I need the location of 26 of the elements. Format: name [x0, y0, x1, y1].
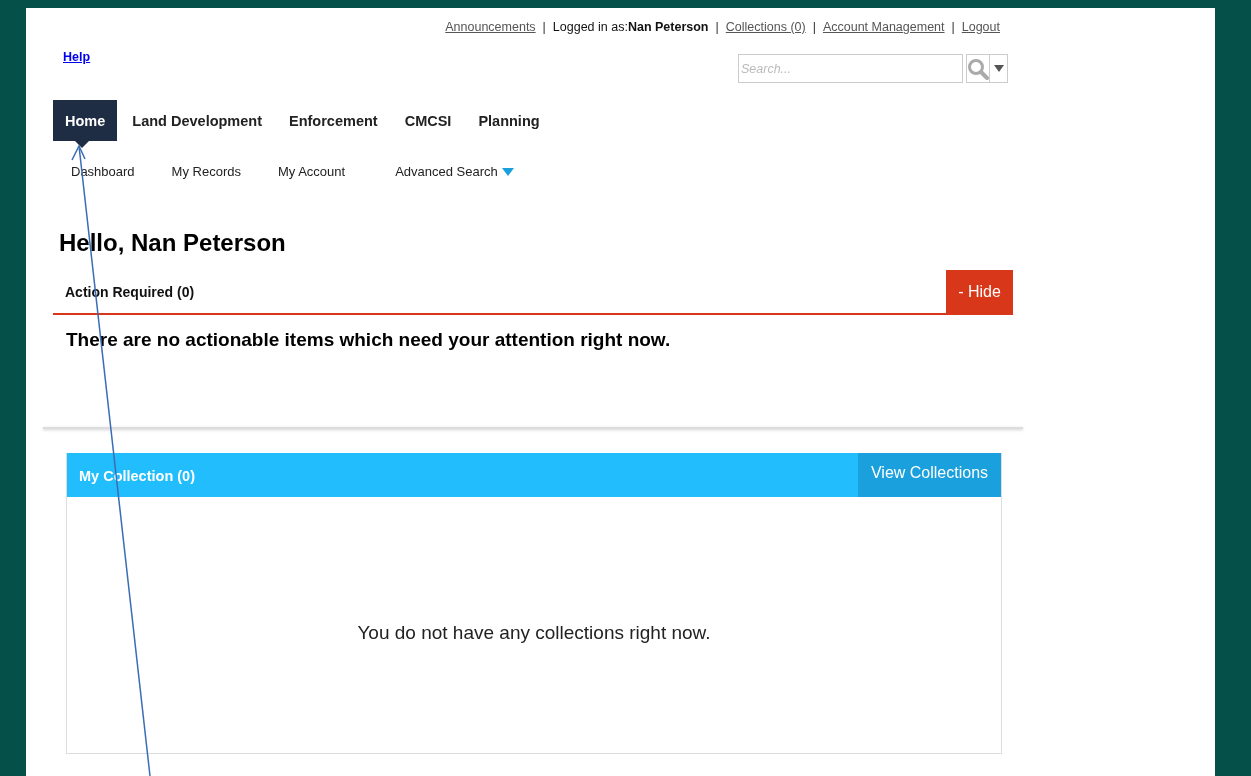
search-field[interactable]: Search... [738, 54, 963, 83]
caret-icon [993, 65, 1004, 72]
nav-tab[interactable]: Enforcement [277, 100, 390, 141]
logged-in-user: Logged in as:Nan Peterson [552, 20, 709, 34]
subnav-link[interactable]: My Records [171, 164, 241, 179]
help-link[interactable]: Help [63, 50, 91, 83]
separator: | [951, 20, 955, 34]
nav-tab[interactable]: Planning [466, 100, 552, 141]
subnav-link[interactable]: My Account [277, 164, 346, 179]
search-options-button[interactable] [990, 54, 1008, 83]
top-link[interactable]: Announcements [445, 20, 536, 34]
hide-button[interactable]: - Hide [946, 270, 1013, 313]
tab-pointer-icon [75, 141, 89, 148]
panel-title: My Collection (0) [79, 468, 195, 486]
top-link[interactable]: Logout [961, 20, 1000, 34]
nav-tab[interactable]: Home [53, 100, 118, 141]
search-icon [967, 57, 989, 80]
separator: | [715, 20, 719, 34]
nav-tab[interactable]: CMCSI [392, 100, 464, 141]
top-link[interactable]: Collections (0) [725, 20, 806, 34]
top-link[interactable]: Account Management [822, 20, 945, 34]
nav-tab[interactable]: Land Development [120, 100, 274, 141]
separator: | [542, 20, 546, 34]
empty-message: You do not have any collections right now. [356, 622, 712, 644]
separator: | [812, 20, 816, 34]
subnav-link[interactable]: Advanced Search [395, 164, 514, 179]
